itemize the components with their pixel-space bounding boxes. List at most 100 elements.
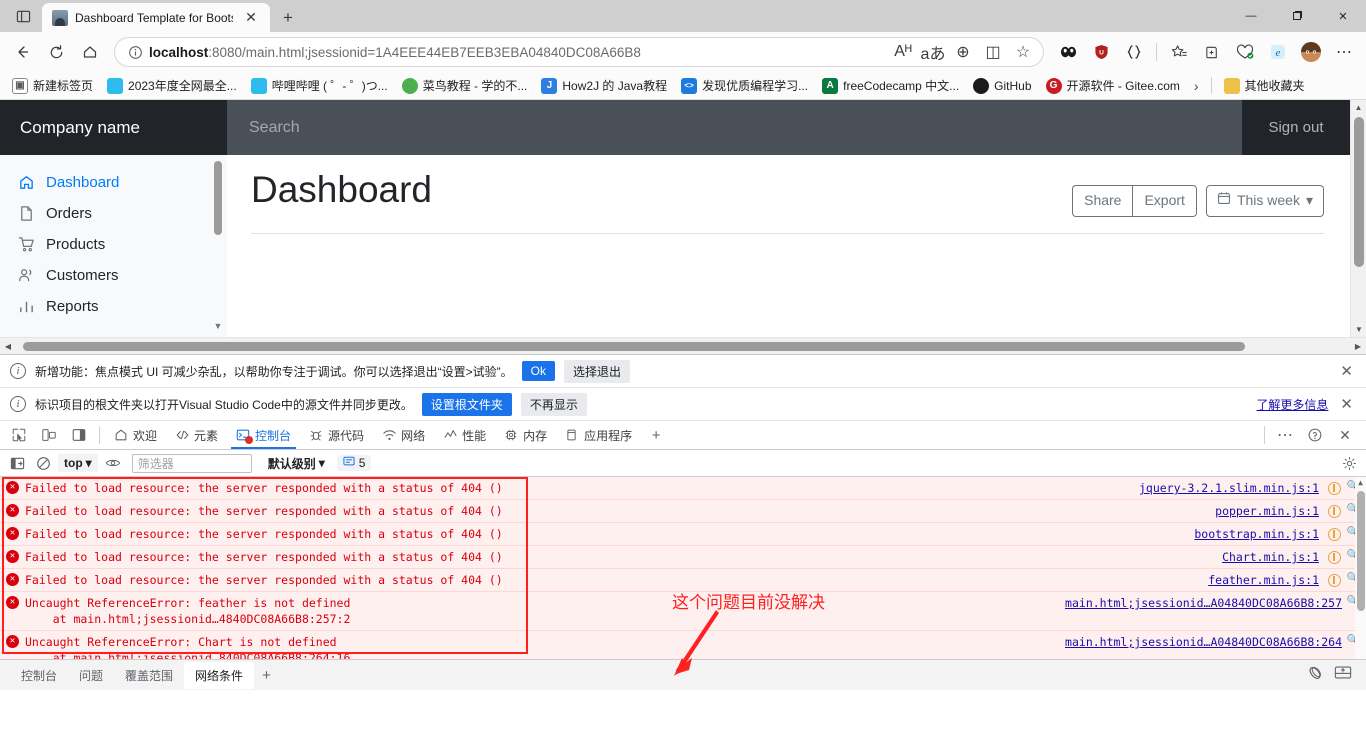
drawer-tab-console[interactable]: 控制台 <box>10 662 68 689</box>
sidebar-item-reports[interactable]: Reports <box>0 291 227 322</box>
inspect-element-icon[interactable] <box>4 421 34 449</box>
other-favorites-folder[interactable]: 其他收藏夹 <box>1218 75 1311 96</box>
company-brand[interactable]: Company name <box>0 100 227 155</box>
request-blocked-icon[interactable] <box>1328 551 1341 564</box>
console-scroll-thumb[interactable] <box>1357 491 1365 611</box>
split-screen-icon[interactable]: ◫ <box>979 39 1007 65</box>
bookmark-item[interactable]: <> 发现优质编程学习... <box>675 75 814 96</box>
sidebar-item-orders[interactable]: Orders <box>0 198 227 229</box>
favorite-star-icon[interactable]: ☆ <box>1009 39 1037 65</box>
sidebar-item-customers[interactable]: Customers <box>0 260 227 291</box>
translate-icon[interactable]: aあ <box>919 39 947 65</box>
sidebar-scrollbar[interactable]: ▼ <box>214 161 222 331</box>
console-source-link[interactable]: main.html;jsessionid…A04840DC08A66B8:257 <box>1065 595 1346 611</box>
minimize-button[interactable]: — <box>1228 0 1274 32</box>
request-blocked-icon[interactable] <box>1328 505 1341 518</box>
execution-context-select[interactable]: top ▾ <box>58 454 98 472</box>
more-panels-plus-icon[interactable]: + <box>641 421 671 449</box>
drawer-tab-network-conditions[interactable]: 网络条件 <box>184 661 255 689</box>
edge-copilot-icon[interactable]: e <box>1262 37 1294 67</box>
drawer-dock-icon[interactable] <box>1334 665 1352 685</box>
scroll-left-arrow[interactable]: ◀ <box>0 342 16 351</box>
search-input[interactable]: Search <box>227 100 1242 155</box>
close-tab-icon[interactable]: ✕ <box>240 7 262 29</box>
infobar-close-icon[interactable]: ✕ <box>1337 362 1356 380</box>
console-row[interactable]: ✕ Failed to load resource: the server re… <box>0 523 1366 546</box>
infobar-set-root-folder-button[interactable]: 设置根文件夹 <box>421 392 512 416</box>
horizontal-scroll-thumb[interactable] <box>23 341 1245 351</box>
ext-ublock-origin-icon[interactable]: U <box>1085 37 1117 67</box>
drawer-add-tab-icon[interactable]: + <box>254 667 279 684</box>
drawer-tab-issues[interactable]: 问题 <box>68 662 114 689</box>
console-source-link[interactable]: main.html;jsessionid…A04840DC08A66B8:264 <box>1065 634 1346 650</box>
live-expression-icon[interactable] <box>102 452 124 474</box>
console-scrollbar[interactable]: ▲ <box>1355 477 1366 659</box>
scroll-right-arrow[interactable]: ▶ <box>1350 342 1366 351</box>
maximize-button[interactable] <box>1274 0 1320 32</box>
bookmark-item[interactable]: 2023年度全网最全... <box>101 75 243 96</box>
scroll-up-arrow[interactable]: ▲ <box>1351 100 1366 115</box>
console-row[interactable]: ✕ Failed to load resource: the server re… <box>0 477 1366 500</box>
bookmark-item[interactable]: 菜鸟教程 - 学的不... <box>396 75 534 96</box>
sidebar-scroll-thumb[interactable] <box>214 161 222 235</box>
zoom-icon[interactable]: ⊕ <box>949 39 977 65</box>
bookmarks-overflow-icon[interactable]: › <box>1188 78 1205 94</box>
console-row[interactable]: ✕ Failed to load resource: the server re… <box>0 500 1366 523</box>
page-horizontal-scrollbar[interactable]: ◀ ▶ <box>0 337 1366 354</box>
home-icon[interactable] <box>74 37 106 67</box>
console-scroll-up-arrow[interactable]: ▲ <box>1355 477 1366 489</box>
devtools-tab-sources[interactable]: 源代码 <box>300 421 373 449</box>
horizontal-scroll-track[interactable] <box>16 338 1350 355</box>
ext-dark-reader-icon[interactable] <box>1052 37 1084 67</box>
close-devtools-icon[interactable]: ✕ <box>1330 421 1360 449</box>
bookmark-item[interactable]: G 开源软件 - Gitee.com <box>1040 75 1186 96</box>
add-to-collection-icon[interactable] <box>1196 37 1228 67</box>
date-range-dropdown[interactable]: This week ▾ <box>1205 185 1324 217</box>
close-window-button[interactable]: ✕ <box>1320 0 1366 32</box>
bookmark-item[interactable]: GitHub <box>967 76 1037 96</box>
clear-console-icon[interactable] <box>32 452 54 474</box>
console-source-link[interactable]: bootstrap.min.js:1 <box>1194 526 1323 542</box>
infobar-optout-button[interactable]: 选择退出 <box>564 359 631 383</box>
sidebar-item-dashboard[interactable]: Dashboard <box>0 167 227 198</box>
bookmark-item[interactable]: ▣ 新建标签页 <box>6 75 99 96</box>
ext-json-viewer-icon[interactable] <box>1118 37 1150 67</box>
devtools-tab-elements[interactable]: 元素 <box>166 421 227 449</box>
scroll-down-arrow[interactable]: ▼ <box>1351 322 1366 337</box>
browser-essentials-icon[interactable] <box>1229 37 1261 67</box>
share-button[interactable]: Share <box>1072 185 1133 217</box>
devtools-tab-network[interactable]: 网络 <box>373 421 434 449</box>
console-source-link[interactable]: feather.min.js:1 <box>1208 572 1323 588</box>
browser-tab[interactable]: Dashboard Template for Bootstra ✕ <box>42 3 270 32</box>
sidebar-item-products[interactable]: Products <box>0 229 227 260</box>
console-filter-input[interactable]: 筛选器 <box>131 453 252 473</box>
devtools-tab-application[interactable]: 应用程序 <box>556 421 641 449</box>
bookmark-item[interactable]: J How2J 的 Java教程 <box>535 75 673 96</box>
console-source-link[interactable]: Chart.min.js:1 <box>1222 549 1323 565</box>
sign-out-link[interactable]: Sign out <box>1242 100 1350 155</box>
focus-mode-icon[interactable] <box>64 421 94 449</box>
vertical-scroll-thumb[interactable] <box>1354 117 1364 267</box>
settings-more-icon[interactable]: ⋯ <box>1328 37 1360 67</box>
console-sidebar-toggle-icon[interactable] <box>6 452 28 474</box>
collections-icon[interactable] <box>1163 37 1195 67</box>
sidebar-scroll-down-arrow[interactable]: ▼ <box>213 321 223 331</box>
devtools-tab-welcome[interactable]: 欢迎 <box>105 421 166 449</box>
more-tools-icon[interactable]: ⋯ <box>1270 421 1300 449</box>
request-blocked-icon[interactable] <box>1328 574 1341 587</box>
help-icon[interactable] <box>1300 421 1330 449</box>
devtools-tab-memory[interactable]: 内存 <box>495 421 556 449</box>
gear-icon[interactable] <box>1338 452 1360 474</box>
log-level-select[interactable]: 默认级别 ▾ <box>268 455 325 472</box>
issues-badge[interactable]: 5 <box>336 455 372 471</box>
export-button[interactable]: Export <box>1132 185 1197 217</box>
console-source-link[interactable]: jquery-3.2.1.slim.min.js:1 <box>1139 480 1323 496</box>
no-throttling-icon[interactable] <box>1306 664 1324 687</box>
device-toolbar-icon[interactable] <box>34 421 64 449</box>
console-source-link[interactable]: popper.min.js:1 <box>1215 503 1323 519</box>
infobar-close-icon[interactable]: ✕ <box>1337 395 1356 413</box>
infobar-dont-show-button[interactable]: 不再显示 <box>520 392 587 416</box>
back-icon[interactable] <box>6 37 38 67</box>
learn-more-link[interactable]: 了解更多信息 <box>1256 396 1328 413</box>
reload-icon[interactable] <box>40 37 72 67</box>
